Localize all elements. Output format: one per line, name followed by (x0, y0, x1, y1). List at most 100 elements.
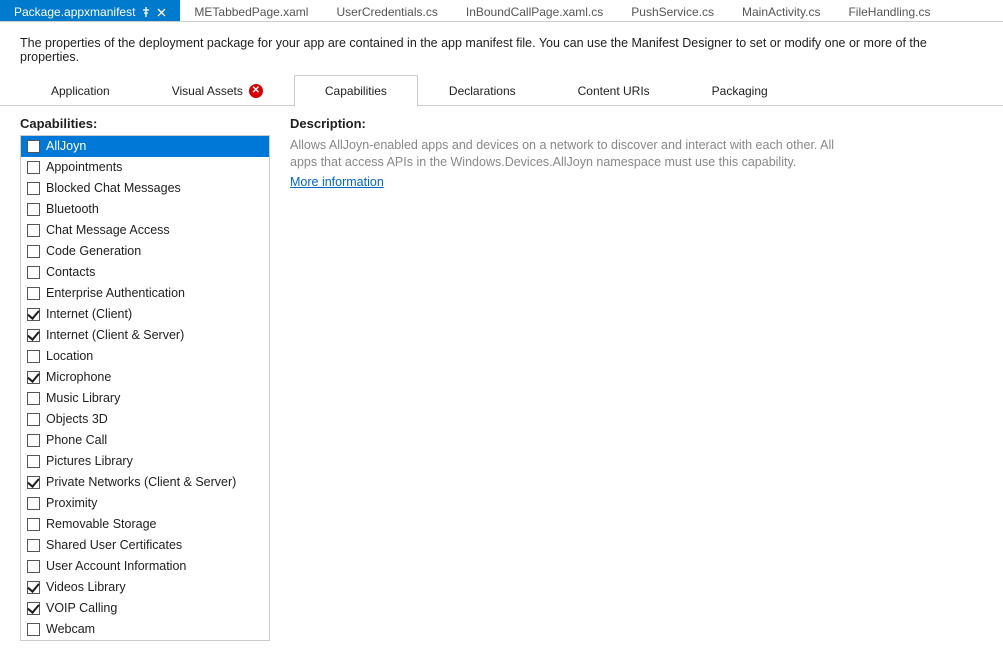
capability-item[interactable]: AllJoyn (21, 136, 269, 157)
capability-label: Private Networks (Client & Server) (46, 474, 236, 491)
capability-checkbox[interactable] (27, 371, 40, 384)
file-tab-label: InBoundCallPage.xaml.cs (466, 5, 603, 19)
capability-checkbox[interactable] (27, 308, 40, 321)
capability-label: Music Library (46, 390, 120, 407)
capability-checkbox[interactable] (27, 413, 40, 426)
capability-label: Internet (Client) (46, 306, 132, 323)
capability-checkbox[interactable] (27, 161, 40, 174)
designer-tab[interactable]: Declarations (418, 74, 547, 106)
capability-item[interactable]: Phone Call (21, 430, 269, 451)
file-tab[interactable]: InBoundCallPage.xaml.cs (452, 0, 617, 21)
file-tab[interactable]: Package.appxmanifest (0, 0, 180, 21)
designer-tab[interactable]: Application (20, 74, 141, 106)
capability-label: Shared User Certificates (46, 537, 182, 554)
designer-tab-label: Declarations (449, 84, 516, 98)
capability-checkbox[interactable] (27, 224, 40, 237)
capability-item[interactable]: Removable Storage (21, 514, 269, 535)
capability-checkbox[interactable] (27, 203, 40, 216)
capability-item[interactable]: Chat Message Access (21, 220, 269, 241)
capability-item[interactable]: User Account Information (21, 556, 269, 577)
capability-label: Pictures Library (46, 453, 133, 470)
capability-checkbox[interactable] (27, 392, 40, 405)
capability-checkbox[interactable] (27, 581, 40, 594)
designer-tab-label: Application (51, 84, 110, 98)
capability-checkbox[interactable] (27, 476, 40, 489)
file-tab[interactable]: PushService.cs (617, 0, 728, 21)
capability-label: Proximity (46, 495, 97, 512)
capability-checkbox[interactable] (27, 539, 40, 552)
capability-item[interactable]: VOIP Calling (21, 598, 269, 619)
capabilities-list[interactable]: AllJoyn Appointments Blocked Chat Messages… (20, 135, 270, 641)
capability-item[interactable]: Bluetooth (21, 199, 269, 220)
description-text: Allows AllJoyn-enabled apps and devices … (290, 135, 850, 171)
description-panel: Description: Allows AllJoyn-enabled apps… (290, 112, 983, 641)
more-information-link[interactable]: More information (290, 175, 384, 189)
capability-label: Videos Library (46, 579, 126, 596)
capability-item[interactable]: Proximity (21, 493, 269, 514)
capability-item[interactable]: Enterprise Authentication (21, 283, 269, 304)
capability-item[interactable]: Private Networks (Client & Server) (21, 472, 269, 493)
capability-item[interactable]: Videos Library (21, 577, 269, 598)
capability-item[interactable]: Code Generation (21, 241, 269, 262)
capability-checkbox[interactable] (27, 182, 40, 195)
capability-item[interactable]: Blocked Chat Messages (21, 178, 269, 199)
file-tab[interactable]: FileHandling.cs (834, 0, 944, 21)
capability-checkbox[interactable] (27, 266, 40, 279)
capability-item[interactable]: Webcam (21, 619, 269, 640)
capability-item[interactable]: Music Library (21, 388, 269, 409)
pin-icon[interactable] (141, 7, 151, 17)
capability-item[interactable]: Contacts (21, 262, 269, 283)
capability-checkbox[interactable] (27, 623, 40, 636)
file-tab-label: PushService.cs (631, 5, 714, 19)
file-tab-label: METabbedPage.xaml (194, 5, 308, 19)
capability-checkbox[interactable] (27, 140, 40, 153)
file-tab[interactable]: UserCredentials.cs (322, 0, 451, 21)
capability-checkbox[interactable] (27, 518, 40, 531)
designer-tab-label: Content URIs (578, 84, 650, 98)
close-icon[interactable] (157, 8, 166, 17)
capability-checkbox[interactable] (27, 434, 40, 447)
capability-label: Bluetooth (46, 201, 99, 218)
capability-item[interactable]: Shared User Certificates (21, 535, 269, 556)
capability-label: Contacts (46, 264, 95, 281)
main-content: Capabilities: AllJoyn Appointments Blocked… (0, 106, 1003, 641)
file-tab[interactable]: METabbedPage.xaml (180, 0, 322, 21)
designer-tab[interactable]: Capabilities (294, 75, 418, 107)
designer-tab[interactable]: Content URIs (547, 74, 681, 106)
capability-checkbox[interactable] (27, 245, 40, 258)
capability-item[interactable]: Appointments (21, 157, 269, 178)
capability-checkbox[interactable] (27, 602, 40, 615)
capability-label: User Account Information (46, 558, 186, 575)
capability-checkbox[interactable] (27, 287, 40, 300)
error-icon: ✕ (249, 84, 263, 98)
capability-label: Removable Storage (46, 516, 156, 533)
capability-label: Enterprise Authentication (46, 285, 185, 302)
capability-label: Appointments (46, 159, 122, 176)
capability-label: Phone Call (46, 432, 107, 449)
capability-checkbox[interactable] (27, 455, 40, 468)
capability-label: Objects 3D (46, 411, 108, 428)
capability-checkbox[interactable] (27, 350, 40, 363)
capability-checkbox[interactable] (27, 329, 40, 342)
capability-item[interactable]: Internet (Client) (21, 304, 269, 325)
capability-item[interactable]: Microphone (21, 367, 269, 388)
capability-label: Code Generation (46, 243, 141, 260)
capability-item[interactable]: Objects 3D (21, 409, 269, 430)
capability-checkbox[interactable] (27, 497, 40, 510)
capability-label: Webcam (46, 621, 95, 638)
designer-tab[interactable]: Packaging (681, 74, 799, 106)
file-tab-label: UserCredentials.cs (336, 5, 437, 19)
capability-checkbox[interactable] (27, 560, 40, 573)
capability-label: AllJoyn (46, 138, 86, 155)
description-title: Description: (290, 112, 983, 135)
manifest-intro-text: The properties of the deployment package… (0, 22, 1003, 74)
file-tab[interactable]: MainActivity.cs (728, 0, 834, 21)
designer-tab[interactable]: Visual Assets✕ (141, 74, 294, 106)
capability-label: Chat Message Access (46, 222, 170, 239)
capabilities-panel: Capabilities: AllJoyn Appointments Blocked… (20, 112, 270, 641)
capability-item[interactable]: Location (21, 346, 269, 367)
capability-label: VOIP Calling (46, 600, 117, 617)
capability-item[interactable]: Pictures Library (21, 451, 269, 472)
capability-item[interactable]: Internet (Client & Server) (21, 325, 269, 346)
capabilities-title: Capabilities: (20, 112, 270, 135)
